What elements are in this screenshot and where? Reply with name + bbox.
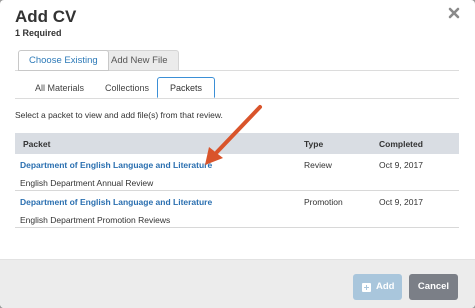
tab-collections[interactable]: Collections [105, 78, 149, 99]
cancel-button[interactable]: Cancel [409, 274, 458, 300]
packets-table: Packet Type Completed Department of Engl… [15, 133, 459, 228]
instruction-text: Select a packet to view and add file(s) … [15, 110, 223, 120]
tab-add-new-file[interactable]: Add New File [100, 50, 179, 71]
table-row: Department of English Language and Liter… [15, 191, 459, 228]
close-icon[interactable] [447, 6, 463, 22]
modal-title: Add CV [15, 7, 77, 26]
column-header-completed: Completed [379, 139, 423, 149]
packet-description: English Department Annual Review [20, 178, 154, 188]
table-header: Packet Type Completed [15, 133, 459, 154]
packet-link[interactable]: Department of English Language and Liter… [20, 197, 212, 207]
material-tabs: All Materials Collections Packets [15, 77, 460, 99]
modal-footer: Add Cancel [0, 259, 475, 308]
tab-choose-existing[interactable]: Choose Existing [18, 50, 109, 71]
source-tabs: Choose Existing Add New File [15, 50, 460, 71]
tab-packets[interactable]: Packets [157, 77, 216, 98]
add-cv-modal: Add CV 1 Required Choose Existing Add Ne… [0, 0, 475, 308]
packet-link[interactable]: Department of English Language and Liter… [20, 160, 212, 170]
required-count: 1 Required [15, 28, 62, 38]
packet-description: English Department Promotion Reviews [20, 215, 171, 225]
packet-completed-date: Oct 9, 2017 [379, 160, 423, 170]
packet-type: Promotion [304, 197, 343, 207]
packet-completed-date: Oct 9, 2017 [379, 197, 423, 207]
modal-header: Add CV 1 Required [0, 0, 475, 48]
plus-icon [362, 283, 371, 292]
add-button[interactable]: Add [353, 274, 402, 300]
tab-all-materials[interactable]: All Materials [35, 78, 84, 99]
packet-type: Review [304, 160, 332, 170]
column-header-type: Type [304, 139, 324, 149]
column-header-packet: Packet [23, 139, 51, 149]
table-row: Department of English Language and Liter… [15, 154, 459, 191]
add-button-label: Add [376, 281, 395, 292]
